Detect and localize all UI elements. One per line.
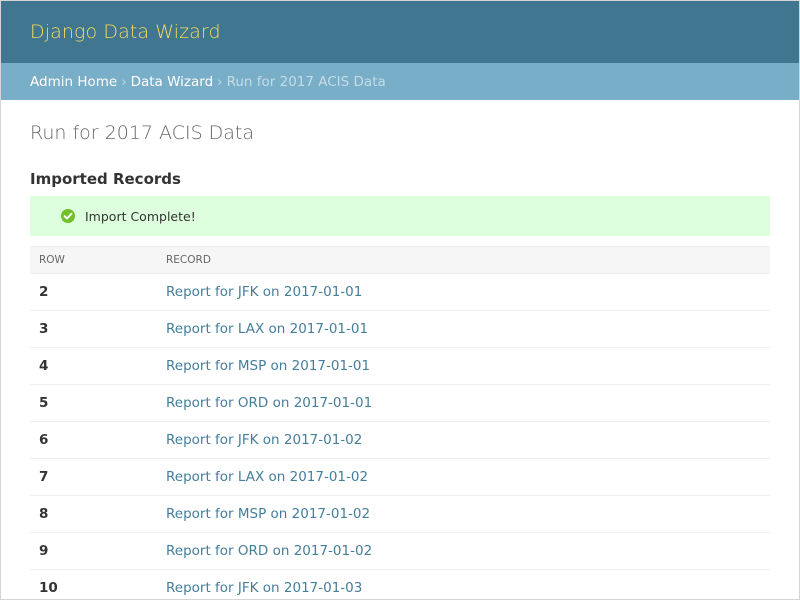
record-link[interactable]: Report for LAX on 2017-01-02 [166,469,368,485]
breadcrumb-separator: › [121,73,127,90]
table-row: 7 Report for LAX on 2017-01-02 [30,458,770,496]
check-circle-icon [61,209,75,223]
table-row: 4 Report for MSP on 2017-01-01 [30,347,770,385]
record-link[interactable]: Report for JFK on 2017-01-03 [166,580,362,596]
breadcrumb-current: Run for 2017 ACIS Data [226,73,386,90]
record-cell: Report for LAX on 2017-01-01 [157,310,770,348]
table-row: 5 Report for ORD on 2017-01-01 [30,384,770,422]
record-cell: Report for MSP on 2017-01-01 [157,347,770,385]
column-header-row: ROW [30,246,157,274]
table-row: 9 Report for ORD on 2017-01-02 [30,532,770,570]
record-link[interactable]: Report for JFK on 2017-01-02 [166,432,362,448]
table-header-row: ROW RECORD [30,246,770,274]
success-message-text: Import Complete! [85,208,196,224]
row-number: 7 [30,458,157,496]
row-number: 3 [30,310,157,348]
page-title: Run for 2017 ACIS Data [30,122,255,144]
row-number: 2 [30,273,157,311]
record-link[interactable]: Report for MSP on 2017-01-01 [166,358,370,374]
breadcrumb-data-wizard[interactable]: Data Wizard [131,74,214,90]
row-number: 10 [30,569,157,599]
site-name-link[interactable]: Django Data Wizard [30,21,221,43]
success-message: Import Complete! [30,196,770,236]
column-header-record: RECORD [157,246,770,274]
record-cell: Report for MSP on 2017-01-02 [157,495,770,533]
records-table: ROW RECORD 2 Report for JFK on 2017-01-0… [30,246,770,599]
page: Django Data Wizard Admin Home › Data Wiz… [0,0,800,600]
table-row: 10 Report for JFK on 2017-01-03 [30,569,770,599]
record-cell: Report for ORD on 2017-01-02 [157,532,770,570]
row-number: 4 [30,347,157,385]
record-cell: Report for JFK on 2017-01-02 [157,421,770,459]
record-link[interactable]: Report for ORD on 2017-01-01 [166,395,372,411]
table-row: 8 Report for MSP on 2017-01-02 [30,495,770,533]
table-row: 2 Report for JFK on 2017-01-01 [30,273,770,311]
table-row: 3 Report for LAX on 2017-01-01 [30,310,770,348]
record-link[interactable]: Report for ORD on 2017-01-02 [166,543,372,559]
row-number: 6 [30,421,157,459]
record-cell: Report for ORD on 2017-01-01 [157,384,770,422]
record-link[interactable]: Report for MSP on 2017-01-02 [166,506,370,522]
breadcrumb-admin-home[interactable]: Admin Home [30,74,117,90]
record-cell: Report for JFK on 2017-01-03 [157,569,770,599]
record-link[interactable]: Report for JFK on 2017-01-01 [166,284,362,300]
section-title: Imported Records [30,170,181,188]
record-link[interactable]: Report for LAX on 2017-01-01 [166,321,368,337]
row-number: 5 [30,384,157,422]
record-cell: Report for LAX on 2017-01-02 [157,458,770,496]
row-number: 9 [30,532,157,570]
breadcrumb: Admin Home › Data Wizard › Run for 2017 … [1,63,799,100]
table-row: 6 Report for JFK on 2017-01-02 [30,421,770,459]
record-cell: Report for JFK on 2017-01-01 [157,273,770,311]
header: Django Data Wizard [1,1,799,63]
main-content: Run for 2017 ACIS Data Imported Records … [1,100,799,599]
breadcrumb-separator: › [217,73,223,90]
row-number: 8 [30,495,157,533]
